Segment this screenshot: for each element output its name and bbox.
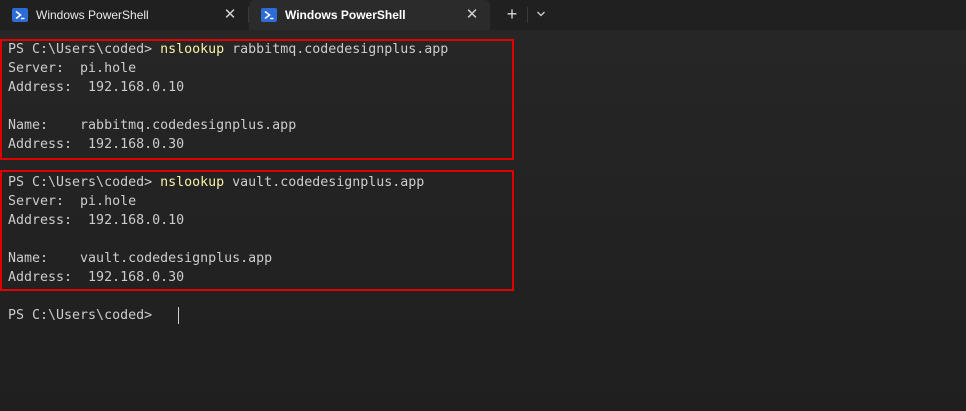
name-line: Name: rabbitmq.codedesignplus.app bbox=[8, 118, 297, 133]
close-icon[interactable]: ✕ bbox=[462, 5, 482, 25]
command: nslookup bbox=[160, 42, 225, 57]
tab-powershell-2[interactable]: Windows PowerShell ✕ bbox=[249, 0, 490, 30]
tab-bar: Windows PowerShell ✕ Windows PowerShell … bbox=[0, 0, 966, 30]
address-line: Address: 192.168.0.30 bbox=[8, 270, 185, 285]
new-tab-button[interactable]: + bbox=[500, 3, 524, 27]
name-line: Name: vault.codedesignplus.app bbox=[8, 251, 273, 266]
prompt: PS C:\Users\coded> bbox=[8, 42, 161, 57]
prompt: PS C:\Users\coded> bbox=[8, 175, 161, 190]
command-argument: rabbitmq.codedesignplus.app bbox=[224, 42, 449, 57]
powershell-icon bbox=[12, 8, 28, 22]
powershell-icon bbox=[261, 8, 277, 22]
prompt-line: PS C:\Users\coded> nslookup rabbitmq.cod… bbox=[8, 40, 448, 59]
terminal-window: Windows PowerShell ✕ Windows PowerShell … bbox=[0, 0, 966, 411]
chevron-down-icon[interactable] bbox=[530, 3, 552, 27]
tab-label: Windows PowerShell bbox=[36, 8, 149, 22]
text-cursor bbox=[178, 307, 179, 324]
terminal-output[interactable]: PS C:\Users\coded> nslookup rabbitmq.cod… bbox=[0, 30, 966, 411]
prompt-line: PS C:\Users\coded> nslookup vault.codede… bbox=[8, 173, 424, 192]
command-argument: vault.codedesignplus.app bbox=[224, 175, 425, 190]
server-line: Server: pi.hole bbox=[8, 194, 137, 209]
server-line: Server: pi.hole bbox=[8, 61, 137, 76]
current-prompt: PS C:\Users\coded> bbox=[8, 308, 161, 323]
address-line: Address: 192.168.0.10 bbox=[8, 213, 185, 228]
address-line: Address: 192.168.0.30 bbox=[8, 137, 185, 152]
tab-powershell-1[interactable]: Windows PowerShell ✕ bbox=[0, 0, 248, 30]
address-line: Address: 192.168.0.10 bbox=[8, 80, 185, 95]
toolbar-divider bbox=[527, 7, 528, 23]
tab-label: Windows PowerShell bbox=[285, 8, 406, 22]
command: nslookup bbox=[160, 175, 225, 190]
close-icon[interactable]: ✕ bbox=[220, 5, 240, 25]
